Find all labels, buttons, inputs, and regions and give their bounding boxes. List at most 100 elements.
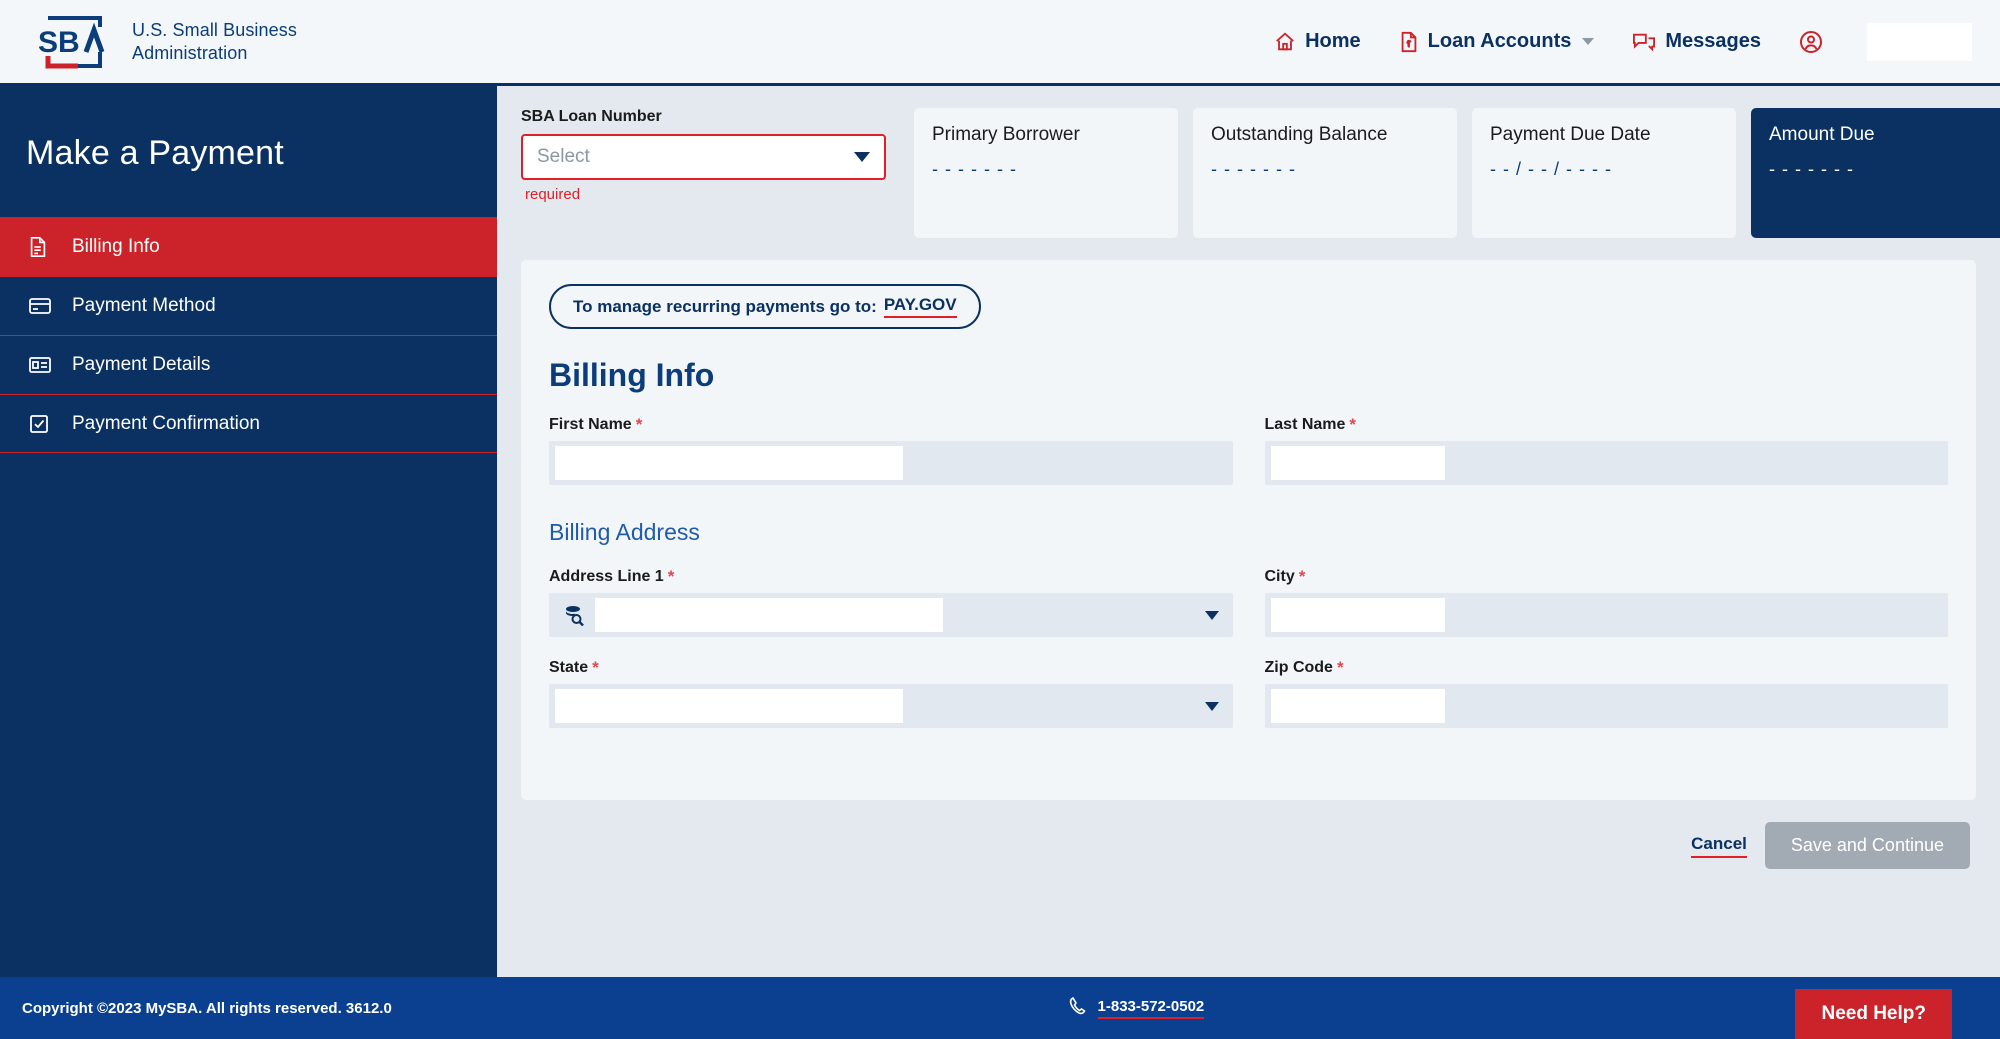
home-icon xyxy=(1274,31,1296,53)
paygov-link[interactable]: PAY.GOV xyxy=(883,295,957,318)
agency-name-line1: U.S. Small Business xyxy=(132,20,297,40)
summary-card-primary-borrower: Primary Borrower - - - - - - - xyxy=(914,108,1178,238)
sidebar-item-payment-confirmation-label: Payment Confirmation xyxy=(72,412,260,434)
checkbox-icon xyxy=(28,413,54,435)
state-label: State * xyxy=(549,659,1233,677)
sidebar-item-payment-method[interactable]: Payment Method xyxy=(0,276,497,335)
chevron-down-icon xyxy=(854,152,870,162)
nav-item-home[interactable]: Home xyxy=(1274,30,1361,53)
svg-text:SB: SB xyxy=(38,26,80,59)
nav-item-home-label: Home xyxy=(1305,30,1361,52)
state-input-shell[interactable] xyxy=(549,684,1233,728)
recurring-payments-notice[interactable]: To manage recurring payments go to: PAY.… xyxy=(549,284,981,329)
zip-code-field-group: Zip Code * xyxy=(1264,659,1949,728)
loan-number-select[interactable]: Select xyxy=(521,134,886,180)
main-content: SBA Loan Number Select required Primary … xyxy=(497,86,2000,977)
agency-name-line2: Administration xyxy=(132,42,248,63)
address-line-1-field-group: Address Line 1 * xyxy=(549,568,1233,637)
sidebar-item-billing-info[interactable]: Billing Info xyxy=(0,217,497,276)
loan-number-error-message: required xyxy=(525,186,581,203)
first-name-input-shell[interactable] xyxy=(549,441,1233,485)
required-star-icon: * xyxy=(635,415,643,434)
sba-logo-icon: SB xyxy=(34,14,114,70)
address-line-1-label: Address Line 1 * xyxy=(549,568,1233,586)
zip-code-input-shell[interactable] xyxy=(1264,684,1948,728)
summary-card-title: Amount Due xyxy=(1769,124,1875,145)
state-field-group: State * xyxy=(549,659,1233,728)
phone-icon xyxy=(1068,996,1088,1020)
zip-code-label: Zip Code * xyxy=(1265,659,1949,677)
agency-name: U.S. Small Business Administration xyxy=(132,19,297,64)
messages-icon xyxy=(1632,31,1656,53)
sidebar-item-payment-method-label: Payment Method xyxy=(72,295,216,316)
address-line-1-label-text: Address Line 1 xyxy=(549,568,664,585)
document-icon xyxy=(1399,31,1419,53)
loan-summary-row: SBA Loan Number Select required Primary … xyxy=(521,86,2000,238)
cancel-button[interactable]: Cancel xyxy=(1691,834,1747,858)
user-name-field[interactable] xyxy=(1867,22,1972,61)
summary-card-amount-due: Amount Due - - - - - - - xyxy=(1751,108,2000,238)
sidebar-step-list: Billing Info Payment Method Payment Deta… xyxy=(0,217,497,453)
address-line-1-input[interactable] xyxy=(595,598,944,632)
city-field-group: City * xyxy=(1264,568,1948,637)
sidebar-item-billing-info-label: Billing Info xyxy=(72,236,160,257)
summary-card-value: - - / - - / - - - - xyxy=(1490,159,1612,179)
state-input[interactable] xyxy=(555,689,904,723)
support-phone[interactable]: 1-833-572-0502 xyxy=(1068,996,1205,1020)
billing-address-heading: Billing Address xyxy=(549,519,700,545)
brand-logo-block[interactable]: SB U.S. Small Business Administration xyxy=(0,14,297,70)
required-star-icon: * xyxy=(592,658,599,677)
loan-number-placeholder: Select xyxy=(537,146,590,167)
last-name-input-shell[interactable] xyxy=(1264,441,1948,485)
support-phone-number[interactable]: 1-833-572-0502 xyxy=(1097,998,1205,1019)
address-line-1-input-shell[interactable] xyxy=(549,593,1233,637)
zip-code-label-text: Zip Code xyxy=(1264,659,1333,676)
nav-item-messages-label: Messages xyxy=(1665,30,1761,52)
summary-card-outstanding-balance: Outstanding Balance - - - - - - - xyxy=(1193,108,1457,238)
loan-number-label: SBA Loan Number xyxy=(521,108,662,125)
city-input-shell[interactable] xyxy=(1264,593,1948,637)
state-zip-row: State * Zip Code * xyxy=(549,659,1948,728)
chevron-down-icon[interactable] xyxy=(1204,610,1219,620)
nav-item-loan-accounts[interactable]: Loan Accounts xyxy=(1399,30,1595,53)
recurring-payments-notice-text: To manage recurring payments go to: xyxy=(573,296,877,316)
main-nav: Home Loan Accounts Messages xyxy=(1274,22,2000,61)
loan-number-field-group: SBA Loan Number Select required xyxy=(521,108,886,203)
document-icon xyxy=(28,236,54,258)
sidebar-item-payment-details-label: Payment Details xyxy=(72,354,211,375)
first-name-label: First Name * xyxy=(549,416,1233,434)
sidebar-item-payment-details[interactable]: Payment Details xyxy=(0,335,497,394)
chevron-down-icon[interactable] xyxy=(1582,38,1595,45)
required-star-icon: * xyxy=(667,567,675,586)
required-star-icon: * xyxy=(1336,658,1344,677)
last-name-input[interactable] xyxy=(1270,446,1445,480)
summary-card-title: Outstanding Balance xyxy=(1211,124,1388,145)
footer: Copyright ©2023 MySBA. All rights reserv… xyxy=(0,977,2000,1039)
account-icon[interactable] xyxy=(1799,30,1823,54)
last-name-label: Last Name * xyxy=(1265,416,1949,434)
need-help-button[interactable]: Need Help? xyxy=(1795,989,1952,1039)
last-name-field-group: Last Name * xyxy=(1264,416,1949,485)
zip-code-input[interactable] xyxy=(1270,689,1445,723)
address-row: Address Line 1 * City * xyxy=(549,568,1948,637)
chevron-down-icon[interactable] xyxy=(1204,701,1219,711)
summary-card-payment-due-date: Payment Due Date - - / - - / - - - - xyxy=(1472,108,1736,238)
city-label-text: City xyxy=(1264,568,1295,585)
save-and-continue-button[interactable]: Save and Continue xyxy=(1764,822,1970,869)
sidebar: Make a Payment Billing Info Payment Meth… xyxy=(0,86,497,977)
nav-item-messages[interactable]: Messages xyxy=(1632,30,1761,53)
summary-card-title: Primary Borrower xyxy=(932,124,1080,145)
first-name-label-text: First Name xyxy=(549,416,632,433)
nav-item-loan-accounts-label: Loan Accounts xyxy=(1427,30,1572,52)
required-star-icon: * xyxy=(1349,415,1357,434)
address-lookup-icon[interactable] xyxy=(559,604,589,626)
sidebar-item-payment-confirmation[interactable]: Payment Confirmation xyxy=(0,394,497,453)
city-input[interactable] xyxy=(1270,598,1445,632)
payment-details-icon xyxy=(28,355,54,375)
summary-card-title: Payment Due Date xyxy=(1490,124,1651,145)
summary-card-value: - - - - - - - xyxy=(1211,159,1296,179)
billing-info-panel: To manage recurring payments go to: PAY.… xyxy=(521,260,1976,800)
summary-card-value: - - - - - - - xyxy=(932,159,1017,179)
first-name-input[interactable] xyxy=(555,446,904,480)
credit-card-icon xyxy=(28,296,54,316)
